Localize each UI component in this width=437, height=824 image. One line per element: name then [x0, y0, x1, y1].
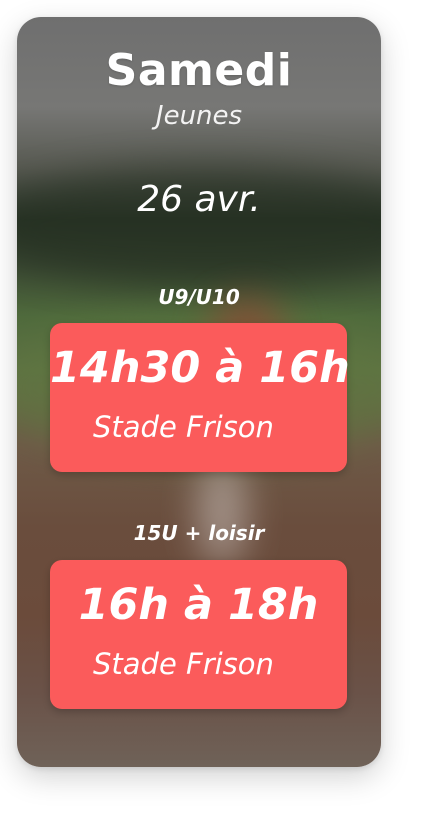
event-date: 26 avr.: [137, 179, 261, 220]
card-content: Samedi Jeunes 26 avr. U9/U10 14h30 à 16h…: [17, 17, 381, 767]
session-group-label: 15U + loisir: [133, 521, 265, 545]
session-group-label: U9/U10: [158, 285, 240, 309]
session-slot: 14h30 à 16h Stade Frison: [50, 323, 350, 472]
session-venue: Stade Frison: [93, 647, 274, 681]
category-subtitle: Jeunes: [155, 101, 243, 131]
event-card: Samedi Jeunes 26 avr. U9/U10 14h30 à 16h…: [17, 17, 381, 767]
session-venue: Stade Frison: [93, 410, 274, 444]
session-slot: 16h à 18h Stade Frison: [50, 560, 347, 709]
session-time: 14h30 à 16h: [50, 343, 350, 393]
day-title: Samedi: [105, 45, 293, 96]
session-time: 16h à 18h: [78, 580, 319, 630]
